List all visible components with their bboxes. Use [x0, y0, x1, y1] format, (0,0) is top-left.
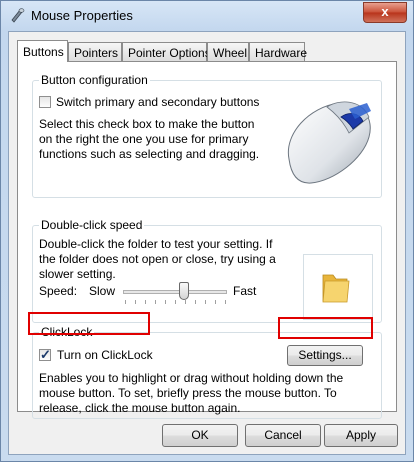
test-folder-area[interactable] [303, 254, 373, 320]
slider-tick [125, 300, 126, 304]
mouse-app-icon [11, 8, 25, 23]
double-click-speed-ticks [125, 300, 226, 304]
clicklock-description: Enables you to highlight or drag without… [39, 371, 344, 415]
clicklock-group: ClickLock ✓ Turn on ClickLock Settings..… [32, 325, 382, 419]
mouse-properties-window: Mouse Properties x Buttons Pointers Poin… [0, 0, 414, 462]
mouse-illustration [287, 101, 371, 184]
button-configuration-legend: Button configuration [39, 73, 150, 87]
slider-tick [155, 300, 156, 304]
slider-tick [145, 300, 146, 304]
fast-label: Fast [233, 284, 257, 298]
double-click-speed-group: Double-click speed Double-click the fold… [32, 218, 382, 323]
slider-tick [205, 300, 206, 304]
cancel-button[interactable]: Cancel [245, 424, 321, 447]
tab-pointers[interactable]: Pointers [68, 42, 122, 61]
close-button[interactable]: x [363, 2, 407, 23]
dialog-body: Buttons Pointers Pointer Options Wheel H… [8, 31, 406, 455]
slow-label: Slow [89, 284, 116, 298]
buttons-tab-panel: Button configuration Switch primary and … [17, 61, 397, 419]
slider-tick [165, 300, 166, 304]
clicklock-settings-button[interactable]: Settings... [287, 345, 363, 366]
slider-tick [225, 300, 226, 304]
switch-buttons-label[interactable]: Switch primary and secondary buttons [56, 95, 259, 110]
tab-buttons[interactable]: Buttons [17, 40, 68, 62]
double-click-description: Double-click the folder to test your set… [39, 237, 276, 281]
double-click-speed-track[interactable] [123, 290, 227, 294]
tab-hardware[interactable]: Hardware [249, 42, 307, 61]
slider-tick [215, 300, 216, 304]
clicklock-checkbox-highlight [28, 312, 150, 335]
switch-buttons-checkbox[interactable] [39, 96, 51, 108]
slider-tick [185, 300, 186, 304]
button-configuration-description: Select this check box to make the button… [39, 117, 260, 161]
close-icon: x [381, 4, 389, 19]
slider-tick [175, 300, 176, 304]
button-configuration-group: Button configuration Switch primary and … [32, 73, 382, 198]
clicklock-label[interactable]: Turn on ClickLock [57, 348, 153, 363]
speed-label: Speed: [39, 284, 78, 298]
tab-wheel[interactable]: Wheel [207, 42, 249, 61]
settings-button-highlight [278, 317, 373, 339]
double-click-speed-slider-thumb[interactable] [179, 282, 190, 300]
double-click-speed-legend: Double-click speed [39, 218, 145, 232]
checkmark-icon: ✓ [40, 347, 51, 362]
title-bar: Mouse Properties x [1, 1, 413, 31]
tab-pointer-options[interactable]: Pointer Options [122, 42, 211, 61]
apply-button[interactable]: Apply [324, 424, 398, 447]
folder-icon[interactable] [319, 269, 353, 305]
ok-button[interactable]: OK [162, 424, 238, 447]
slider-tick [135, 300, 136, 304]
clicklock-checkbox[interactable]: ✓ [39, 347, 51, 362]
slider-tick [195, 300, 196, 304]
window-title: Mouse Properties [31, 8, 133, 23]
